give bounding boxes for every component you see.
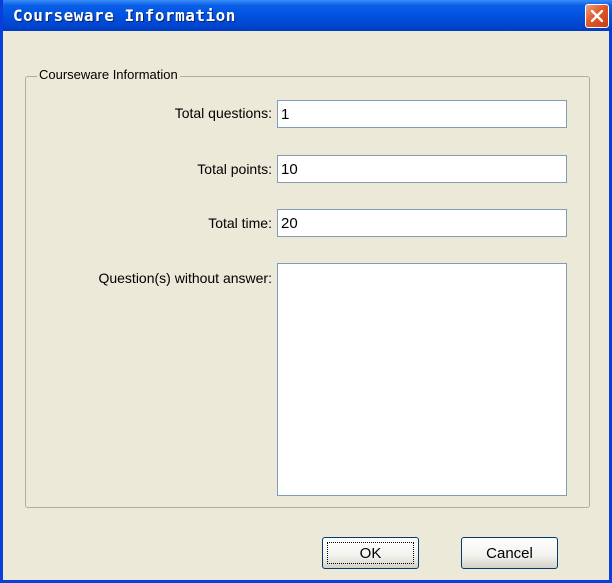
close-icon <box>591 10 603 22</box>
cancel-button[interactable]: Cancel <box>461 537 558 569</box>
groupbox-label: Courseware Information <box>37 67 180 82</box>
total-time-field[interactable] <box>277 209 567 237</box>
total-time-label: Total time: <box>208 215 272 231</box>
unanswered-questions-label: Question(s) without answer: <box>98 270 272 286</box>
ok-button-label: OK <box>359 544 382 562</box>
total-points-label: Total points: <box>197 161 272 177</box>
ok-button[interactable]: OK <box>322 537 419 569</box>
total-questions-label: Total questions: <box>174 105 272 121</box>
courseware-info-dialog: Courseware Information Courseware Inform… <box>0 0 612 583</box>
window-title: Courseware Information <box>13 6 236 25</box>
total-questions-field[interactable] <box>277 100 567 128</box>
close-button[interactable] <box>585 4 609 28</box>
title-bar[interactable]: Courseware Information <box>3 0 612 31</box>
unanswered-questions-list[interactable] <box>277 263 567 496</box>
total-points-field[interactable] <box>277 155 567 183</box>
cancel-button-label: Cancel <box>486 544 533 562</box>
